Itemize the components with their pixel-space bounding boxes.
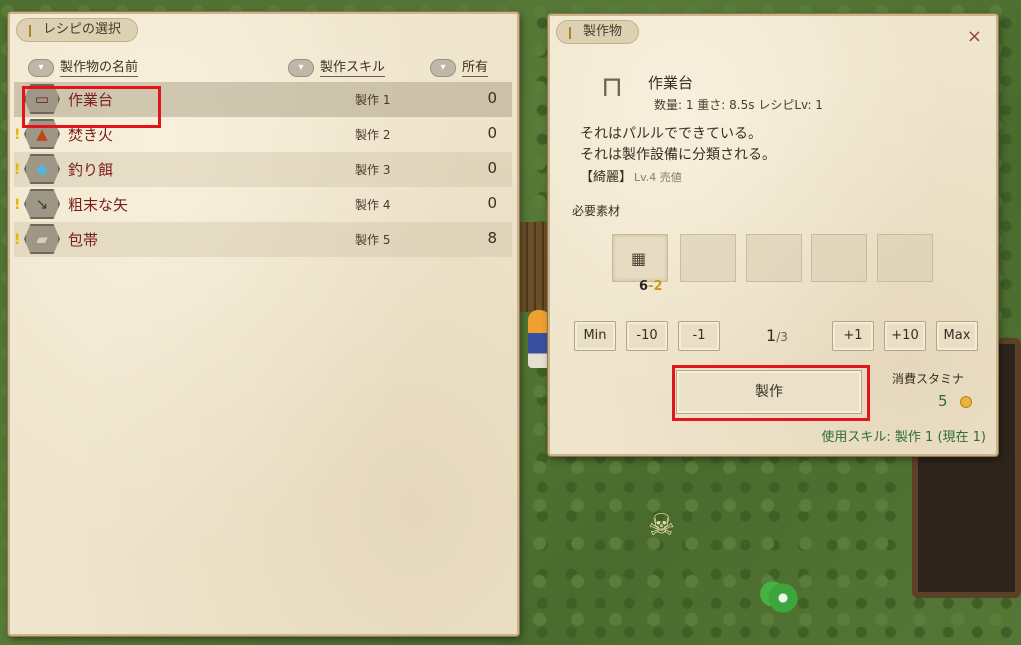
warning-icon: !: [14, 162, 21, 178]
item-quality: 【綺麗】 Lv.4 売値: [580, 170, 682, 185]
crafted-item-panel: ❙ 製作物 × ⊓ 作業台 数量: 1 重さ: 8.5s レシピLv: 1 それ…: [548, 14, 998, 456]
warning-icon: !: [14, 197, 21, 213]
item-meta: 数量: 1 重さ: 8.5s レシピLv: 1: [654, 98, 823, 112]
material-slot: [811, 234, 867, 282]
crate-stack: [520, 222, 550, 312]
recipe-row[interactable]: ! ◆ 釣り餌 製作 3 0: [14, 152, 512, 187]
recipe-owned: 8: [487, 229, 497, 247]
skill-used-text: 使用スキル: 製作 1 (現在 1): [821, 430, 986, 445]
candle-icon: ❙: [565, 25, 576, 39]
lumber-icon: ▦: [631, 249, 647, 268]
sort-icon: ▾: [430, 58, 456, 77]
recipe-name: 釣り餌: [68, 161, 114, 179]
material-slot: [746, 234, 802, 282]
qty-minus1-button[interactable]: -1: [678, 321, 720, 351]
column-header-name[interactable]: ▾ 製作物の名前: [28, 56, 139, 78]
column-header-owned[interactable]: ▾ 所有: [430, 56, 489, 78]
recipe-owned: 0: [487, 159, 497, 177]
close-button[interactable]: ×: [967, 26, 982, 47]
bandage-icon: ▰: [24, 224, 60, 254]
recipe-name: 包帯: [68, 231, 99, 249]
column-header-skill[interactable]: ▾ 製作スキル: [288, 56, 386, 78]
panel-title-tab: ❙ 製作物: [556, 20, 640, 44]
panel-title: レシピの選択: [43, 22, 122, 37]
recipe-row[interactable]: ! ▰ 包帯 製作 5 8: [14, 222, 512, 257]
sort-icon: ▾: [288, 58, 314, 77]
item-description: それはパルルでできている。 それは製作設備に分類される。: [580, 126, 776, 163]
recipe-skill: 製作 1: [355, 93, 391, 107]
recipe-skill: 製作 4: [355, 198, 391, 212]
quantity-indicator: 1/3: [766, 326, 788, 345]
skull-icon: ☠: [648, 508, 675, 543]
recipe-select-panel: ❙ レシピの選択 ▾ 製作物の名前 ▾ 製作スキル ▾ 所有 ▭ 作業台 製作 1 0…: [8, 12, 519, 636]
qty-plus1-button[interactable]: +1: [832, 321, 874, 351]
material-slot[interactable]: ▦ 6-2: [612, 234, 668, 294]
recipe-owned: 0: [487, 194, 497, 212]
recipe-skill: 製作 3: [355, 163, 391, 177]
selection-highlight: [22, 86, 161, 128]
material-slot: [680, 234, 736, 282]
material-count: 6-2: [639, 279, 663, 294]
recipe-row[interactable]: ! ↘ 粗末な矢 製作 4 0: [14, 187, 512, 222]
stamina-label: 消費スタミナ: [892, 372, 965, 386]
sort-icon: ▾: [28, 58, 54, 77]
candle-icon: ❙: [25, 23, 36, 37]
recipe-skill: 製作 2: [355, 128, 391, 142]
material-slot: [877, 234, 933, 282]
qty-max-button[interactable]: Max: [936, 321, 978, 351]
qty-minus10-button[interactable]: -10: [626, 321, 668, 351]
craft-highlight: [672, 365, 870, 421]
workbench-icon: ⊓: [601, 70, 623, 103]
recipe-owned: 0: [487, 124, 497, 142]
warning-icon: !: [14, 232, 21, 248]
arrow-icon: ↘: [24, 189, 60, 219]
panel-title-tab: ❙ レシピの選択: [16, 18, 139, 42]
stamina-value: 5: [938, 392, 948, 410]
bush: [757, 578, 809, 618]
item-name: 作業台: [648, 74, 694, 92]
warning-icon: !: [14, 127, 21, 143]
recipe-skill: 製作 5: [355, 233, 391, 247]
qty-plus10-button[interactable]: +10: [884, 321, 926, 351]
player-character: [528, 310, 550, 368]
recipe-name: 粗末な矢: [68, 196, 129, 214]
qty-min-button[interactable]: Min: [574, 321, 616, 351]
stamina-icon: [960, 396, 972, 408]
recipe-owned: 0: [487, 89, 497, 107]
bait-icon: ◆: [24, 154, 60, 184]
required-materials-label: 必要素材: [572, 204, 621, 218]
panel-title: 製作物: [583, 24, 623, 39]
